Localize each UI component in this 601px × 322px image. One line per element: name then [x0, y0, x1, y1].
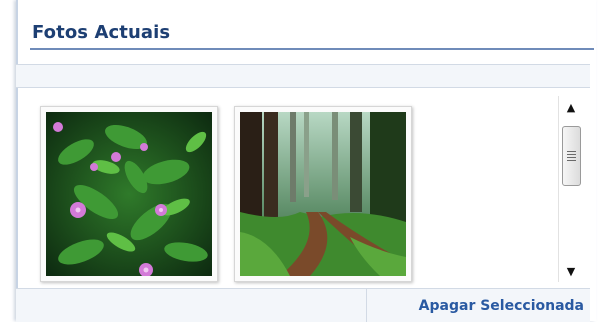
vertical-scrollbar[interactable]: ▲ ▼: [558, 96, 583, 282]
delete-selected-link[interactable]: Apagar Seleccionada: [419, 298, 584, 314]
photos-footer: Apagar Seleccionada: [16, 288, 590, 322]
scroll-down-arrow-icon[interactable]: ▼: [559, 262, 583, 280]
title-divider: [30, 48, 594, 50]
photo-thumbnail-forest[interactable]: [234, 106, 412, 282]
scrollbar-thumb[interactable]: [562, 126, 581, 186]
photo-thumbnail-flowers[interactable]: [40, 106, 218, 282]
grip-line: [567, 154, 576, 155]
forest-image: [240, 112, 406, 276]
grip-line: [567, 157, 576, 158]
flowers-image: [46, 112, 212, 276]
footer-divider: [366, 289, 367, 322]
scroll-up-arrow-icon[interactable]: ▲: [559, 98, 583, 116]
photo-gallery: [36, 98, 594, 288]
photos-toolbar: [16, 64, 590, 88]
panel-title: Fotos Actuais: [32, 22, 171, 43]
grip-line: [567, 160, 576, 161]
grip-line: [567, 151, 576, 152]
